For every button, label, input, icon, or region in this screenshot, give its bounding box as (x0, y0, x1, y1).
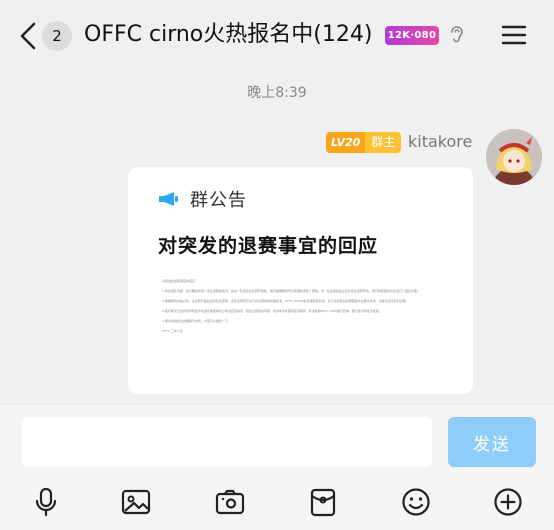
announcement-paragraph: 3.我们希望日后所有参赛选手在报名前能够充分考虑自身情况，避免出现类似问题，如对… (162, 309, 382, 313)
level-label: LV20 (326, 132, 366, 153)
title-tag: 12K·080 (385, 26, 439, 45)
message-input[interactable] (22, 417, 432, 467)
announcement-paragraph: 2.根据规则中第六条，在比赛开始后如有队伍退赛，该队伍所有已进行的比赛成绩将被取… (162, 299, 409, 303)
emoji-button[interactable] (398, 484, 434, 520)
image-button[interactable] (118, 484, 154, 520)
camera-icon (215, 489, 245, 515)
announcement-title: 对突发的退赛事宜的回应 (158, 235, 379, 257)
voice-input-button[interactable] (28, 484, 64, 520)
unread-count-badge[interactable]: 2 (42, 21, 72, 51)
avatar[interactable] (486, 129, 542, 185)
red-packet-icon (310, 488, 336, 517)
input-bar: 发送 (0, 404, 554, 478)
bottom-toolbar (0, 478, 554, 530)
camera-button[interactable] (212, 484, 248, 520)
menu-icon (501, 25, 527, 45)
announcement-card[interactable]: 群公告 对突发的退赛事宜的回应 对突发的退赛事宜的回应: 1.有关退队方面，我们… (128, 167, 473, 394)
announcement-paragraph: OFFC 工作人员 (162, 329, 183, 333)
plus-icon (494, 488, 522, 516)
announcement-label: 群公告 (190, 190, 247, 211)
announcement-body: 对突发的退赛事宜的回应: 1.有关退队方面，我们确实有两个选队退赛的情况，其中一… (162, 279, 462, 339)
voice-icon[interactable] (446, 23, 468, 47)
chat-title[interactable]: OFFC cirno火热报名中(124) (84, 19, 372, 51)
microphone-icon (35, 487, 57, 517)
back-button[interactable] (14, 18, 42, 54)
emoji-icon (402, 488, 430, 516)
announcement-paragraph: 4.再次感谢各位的理解与支持，大家可以继续一下。 (162, 319, 231, 323)
menu-button[interactable] (501, 23, 527, 47)
announcement-paragraph: 1.有关退队方面，我们确实有两个选队退赛的情况，其中一队发生在比赛开始前，我们根… (162, 289, 420, 293)
image-icon (121, 489, 151, 515)
chat-header: 2 OFFC cirno火热报名中(124) 12K·080 (0, 0, 554, 70)
send-button[interactable]: 发送 (448, 417, 536, 467)
member-level-badge: LV20 群主 (326, 132, 402, 153)
role-label: 群主 (365, 132, 402, 153)
time-divider: 晚上8:39 (247, 85, 307, 101)
announcement-paragraph: 对突发的退赛事宜的回应: (162, 279, 197, 283)
back-arrow-icon (20, 22, 36, 50)
more-button[interactable] (490, 484, 526, 520)
red-packet-button[interactable] (305, 484, 341, 520)
megaphone-icon (159, 192, 178, 206)
sender-name[interactable]: kitakore (408, 131, 472, 153)
announcement-header: 群公告 (158, 187, 247, 211)
